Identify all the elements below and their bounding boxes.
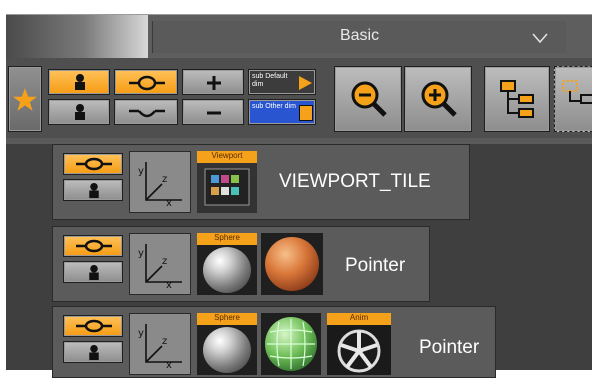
- zoom-out-button[interactable]: [334, 66, 402, 132]
- chevron-down-icon: [532, 33, 548, 43]
- close-branch-button[interactable]: [114, 99, 178, 125]
- sphere-geometry-thumbnail[interactable]: Sphere: [197, 313, 257, 375]
- person-icon: [75, 104, 85, 120]
- tree-view-button[interactable]: [484, 66, 550, 132]
- branch-open-icon: [129, 75, 165, 91]
- preset-dropdown-value: Basic: [339, 27, 380, 44]
- tree-structure-icon: [500, 80, 534, 118]
- node-label: Pointer: [419, 337, 480, 358]
- scene-tree: y z x Viewport VIEWPORT_TILE y z x Spher…: [6, 138, 592, 378]
- sub-other-label: sub Other dim: [252, 103, 296, 110]
- sphere-geometry-thumbnail[interactable]: Sphere: [197, 233, 257, 295]
- branch-open-icon: [76, 319, 112, 333]
- tree-view-alt-button[interactable]: [554, 66, 592, 132]
- transform-axes-icon[interactable]: y z x: [129, 313, 191, 375]
- header-gradient: [6, 15, 148, 59]
- node-visibility-toggle[interactable]: [63, 179, 123, 201]
- play-icon: [299, 76, 312, 90]
- hide-container-button[interactable]: [48, 99, 110, 125]
- xyz-axes-icon: y z x: [138, 244, 182, 290]
- open-branch-button[interactable]: [114, 69, 178, 95]
- square-icon: [299, 105, 313, 121]
- person-icon: [89, 344, 99, 361]
- tree-structure-icon: [562, 80, 592, 104]
- thumbnail-tag: Viewport: [197, 151, 257, 163]
- minus-icon: [207, 111, 221, 115]
- svg-text:z: z: [162, 256, 167, 267]
- toolbar: sub Default dim sub Other dim: [6, 58, 592, 138]
- person-icon: [75, 74, 85, 90]
- node-label: VIEWPORT_TILE: [279, 171, 431, 192]
- svg-text:x: x: [166, 280, 172, 290]
- header-bar: Basic: [6, 14, 592, 59]
- svg-text:x: x: [166, 198, 172, 208]
- branch-close-icon: [129, 109, 165, 118]
- favorites-button[interactable]: [8, 66, 42, 132]
- expand-all-button[interactable]: [182, 69, 244, 95]
- branch-open-icon: [76, 239, 112, 253]
- grid-material-thumbnail[interactable]: [261, 313, 321, 375]
- sub-default-label: sub Default dim: [252, 73, 288, 88]
- tree-node[interactable]: y z x Viewport VIEWPORT_TILE: [52, 144, 470, 220]
- thumbnail-tag: Anim: [327, 313, 391, 325]
- branch-open-icon: [76, 157, 112, 171]
- sphere-icon: [203, 327, 251, 373]
- xyz-axes-icon: y z x: [138, 324, 182, 370]
- svg-text:z: z: [162, 336, 167, 347]
- plus-icon: [207, 76, 221, 90]
- material-sphere-icon: [265, 237, 319, 291]
- node-branch-toggle[interactable]: [63, 153, 123, 175]
- person-icon: [89, 264, 99, 281]
- sub-default-button[interactable]: sub Default dim: [248, 69, 316, 95]
- svg-text:y: y: [138, 328, 144, 339]
- svg-text:y: y: [138, 166, 144, 177]
- node-label: Pointer: [345, 255, 406, 276]
- node-branch-toggle[interactable]: [63, 235, 123, 257]
- svg-text:x: x: [166, 360, 172, 370]
- node-visibility-toggle[interactable]: [63, 261, 123, 283]
- zoom-in-button[interactable]: [404, 66, 472, 132]
- thumbnail-tag: Sphere: [197, 313, 257, 325]
- grid-lines-icon: [267, 319, 315, 369]
- zoom-in-icon: [421, 81, 457, 117]
- tree-node[interactable]: y z x Sphere Anim Pointer: [52, 306, 496, 378]
- animation-thumbnail[interactable]: Anim: [327, 313, 391, 375]
- transform-axes-icon[interactable]: y z x: [129, 151, 191, 213]
- viewport-icon: [204, 168, 250, 206]
- thumbnail-tag: Sphere: [197, 233, 257, 245]
- zoom-out-icon: [351, 81, 387, 117]
- viewport-thumbnail[interactable]: Viewport: [197, 151, 257, 213]
- xyz-axes-icon: y z x: [138, 162, 182, 208]
- node-visibility-toggle[interactable]: [63, 341, 123, 363]
- sphere-icon: [203, 247, 251, 293]
- transform-axes-icon[interactable]: y z x: [129, 233, 191, 295]
- preset-dropdown[interactable]: Basic: [152, 21, 566, 53]
- animation-wheel-icon: [337, 329, 381, 373]
- person-icon: [89, 182, 99, 199]
- star-icon: [13, 88, 37, 111]
- svg-text:z: z: [162, 174, 167, 185]
- svg-text:y: y: [138, 248, 144, 259]
- sub-other-button[interactable]: sub Other dim: [248, 99, 316, 125]
- tree-node[interactable]: y z x Sphere Pointer: [52, 226, 430, 302]
- show-container-button[interactable]: [48, 69, 110, 95]
- collapse-all-button[interactable]: [182, 99, 244, 125]
- material-thumbnail[interactable]: [261, 233, 323, 295]
- node-branch-toggle[interactable]: [63, 315, 123, 337]
